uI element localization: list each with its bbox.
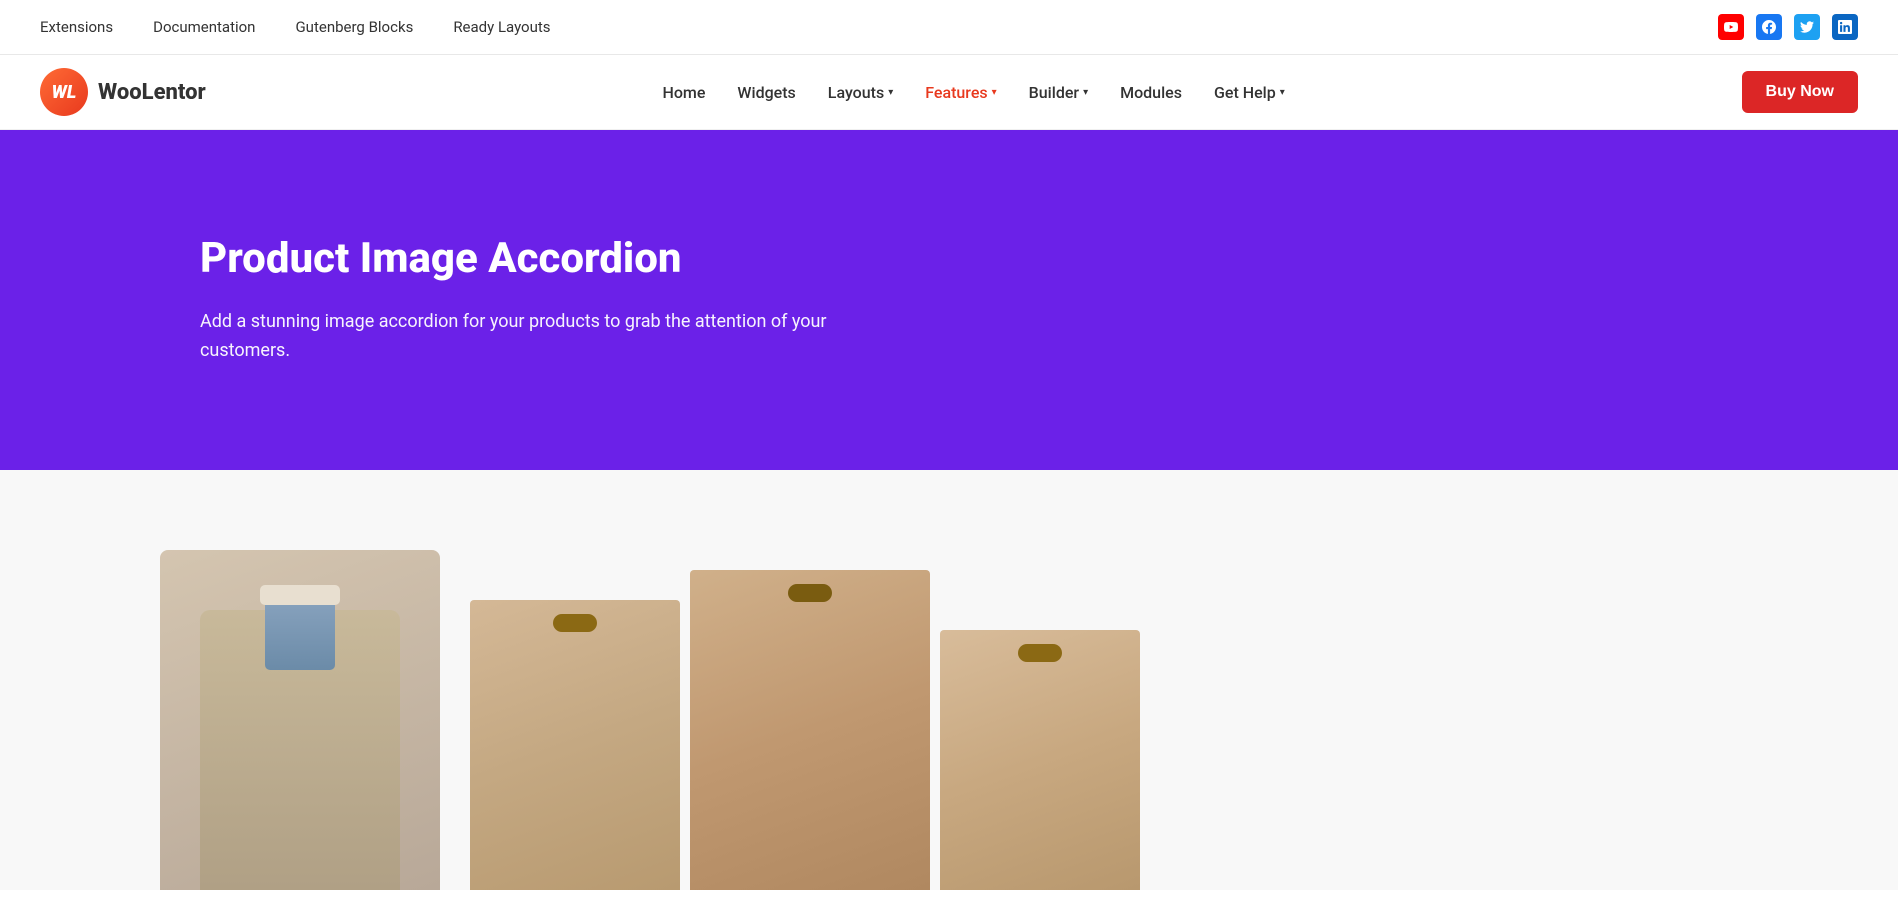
nav-home[interactable]: Home — [662, 83, 705, 102]
hero-title: Product Image Accordion — [200, 234, 900, 284]
top-bar: Extensions Documentation Gutenberg Block… — [0, 0, 1898, 55]
hero-description: Add a stunning image accordion for your … — [200, 308, 900, 366]
top-bar-navigation: Extensions Documentation Gutenberg Block… — [40, 18, 551, 36]
nav-modules[interactable]: Modules — [1120, 83, 1182, 102]
hero-banner: Product Image Accordion Add a stunning i… — [0, 130, 1898, 470]
features-chevron-icon: ▾ — [992, 87, 997, 98]
logo-icon: WL — [40, 68, 88, 116]
product-images — [0, 550, 1898, 890]
nav-features[interactable]: Features ▾ — [925, 83, 996, 102]
nav-widgets[interactable]: Widgets — [737, 83, 795, 102]
clothing-product-item — [160, 550, 440, 890]
builder-chevron-icon: ▾ — [1083, 87, 1088, 98]
social-icons-group — [1718, 14, 1858, 40]
linkedin-icon[interactable] — [1832, 14, 1858, 40]
youtube-icon[interactable] — [1718, 14, 1744, 40]
layouts-chevron-icon: ▾ — [888, 87, 893, 98]
topbar-ready-layouts-link[interactable]: Ready Layouts — [453, 18, 550, 36]
box-product-2 — [690, 570, 930, 890]
nav-links: Home Widgets Layouts ▾ Features ▾ Builde… — [662, 83, 1284, 102]
hero-content: Product Image Accordion Add a stunning i… — [200, 234, 900, 366]
box-product-1 — [470, 600, 680, 890]
nav-layouts[interactable]: Layouts ▾ — [828, 83, 893, 102]
get-help-chevron-icon: ▾ — [1280, 87, 1285, 98]
nav-builder[interactable]: Builder ▾ — [1029, 83, 1088, 102]
logo-text: WooLentor — [98, 80, 206, 105]
buy-now-button[interactable]: Buy Now — [1742, 71, 1858, 113]
product-section — [0, 470, 1898, 890]
topbar-gutenberg-link[interactable]: Gutenberg Blocks — [295, 18, 413, 36]
logo-link[interactable]: WL WooLentor — [40, 68, 206, 116]
topbar-documentation-link[interactable]: Documentation — [153, 18, 255, 36]
main-navigation: WL WooLentor Home Widgets Layouts ▾ Feat… — [0, 55, 1898, 130]
topbar-extensions-link[interactable]: Extensions — [40, 18, 113, 36]
box-product-3 — [940, 630, 1140, 890]
twitter-icon[interactable] — [1794, 14, 1820, 40]
nav-get-help[interactable]: Get Help ▾ — [1214, 83, 1285, 102]
facebook-icon[interactable] — [1756, 14, 1782, 40]
